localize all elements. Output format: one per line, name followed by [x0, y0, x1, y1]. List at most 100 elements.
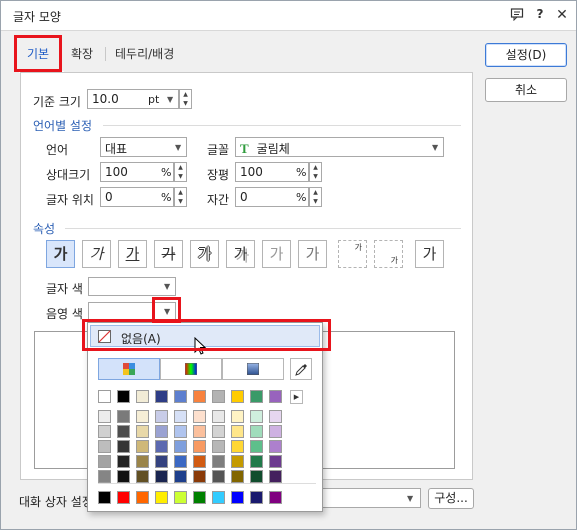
color-swatch[interactable]	[117, 440, 130, 453]
palette-tab-basic[interactable]	[98, 358, 160, 380]
tab-border-background[interactable]: 테두리/배경	[115, 45, 174, 62]
color-swatch[interactable]	[155, 491, 168, 504]
attr-normal-button[interactable]: 가	[46, 240, 75, 268]
color-swatch[interactable]	[98, 491, 111, 504]
color-swatch[interactable]	[269, 491, 282, 504]
compose-button[interactable]: 구성...	[428, 488, 474, 509]
color-swatch[interactable]	[212, 491, 225, 504]
color-swatch[interactable]	[231, 390, 244, 403]
color-swatch[interactable]	[155, 470, 168, 483]
color-swatch[interactable]	[174, 425, 187, 438]
chevron-down-icon[interactable]: ▼	[175, 143, 181, 152]
color-swatch[interactable]	[212, 425, 225, 438]
color-swatch[interactable]	[250, 440, 263, 453]
chevron-down-icon[interactable]: ▼	[407, 494, 413, 503]
ok-button[interactable]: 설정(D)	[485, 43, 567, 67]
color-swatch[interactable]	[193, 470, 206, 483]
base-size-input[interactable]: 10.0	[87, 89, 179, 109]
cancel-button[interactable]: 취소	[485, 78, 567, 102]
color-swatch[interactable]	[269, 440, 282, 453]
color-swatch[interactable]	[136, 440, 149, 453]
relative-size-spinner[interactable]: ▲ ▼	[174, 162, 187, 182]
color-swatch[interactable]	[212, 410, 225, 423]
message-icon[interactable]	[509, 7, 525, 24]
color-swatch[interactable]	[231, 425, 244, 438]
color-swatch[interactable]	[174, 440, 187, 453]
color-swatch[interactable]	[117, 425, 130, 438]
color-swatch[interactable]	[250, 470, 263, 483]
language-select[interactable]: 대표	[100, 137, 187, 157]
color-swatch[interactable]	[174, 390, 187, 403]
color-swatch[interactable]	[136, 470, 149, 483]
color-swatch[interactable]	[231, 470, 244, 483]
color-swatch[interactable]	[174, 470, 187, 483]
chevron-down-icon[interactable]: ▼	[167, 95, 173, 104]
color-swatch[interactable]	[231, 440, 244, 453]
color-swatch[interactable]	[155, 425, 168, 438]
char-position-spinner[interactable]: ▲ ▼	[174, 187, 187, 207]
color-swatch[interactable]	[136, 390, 149, 403]
attr-shadow-button[interactable]: 가	[226, 240, 255, 268]
color-swatch[interactable]	[98, 455, 111, 468]
color-swatch[interactable]	[98, 425, 111, 438]
color-swatch[interactable]	[136, 455, 149, 468]
attr-outline-button[interactable]: 가	[190, 240, 219, 268]
palette-tab-image[interactable]	[222, 358, 284, 380]
palette-tab-spectrum[interactable]	[160, 358, 222, 380]
attr-superscript-button[interactable]: 가	[338, 240, 367, 268]
color-swatch[interactable]	[193, 425, 206, 438]
color-swatch[interactable]	[193, 390, 206, 403]
color-swatch[interactable]	[155, 390, 168, 403]
color-swatch[interactable]	[117, 491, 130, 504]
color-swatch[interactable]	[193, 440, 206, 453]
color-swatch[interactable]	[269, 455, 282, 468]
color-swatch[interactable]	[212, 390, 225, 403]
font-select[interactable]: T 굴림체	[235, 137, 444, 157]
color-swatch[interactable]	[98, 440, 111, 453]
color-swatch[interactable]	[117, 470, 130, 483]
tab-extended[interactable]: 확장	[71, 45, 93, 62]
base-size-spinner[interactable]: ▲ ▼	[179, 89, 192, 109]
shade-color-picker[interactable]	[88, 302, 176, 321]
more-colors-arrow-icon[interactable]: ▶	[290, 390, 303, 404]
color-swatch[interactable]	[174, 455, 187, 468]
attr-strikethrough-button[interactable]: 가	[154, 240, 183, 268]
color-swatch[interactable]	[98, 390, 111, 403]
color-swatch[interactable]	[193, 455, 206, 468]
color-swatch[interactable]	[174, 410, 187, 423]
tab-basic[interactable]: 기본	[27, 45, 49, 62]
chevron-down-icon[interactable]: ▼	[164, 307, 170, 316]
attr-emboss-button[interactable]: 가	[262, 240, 291, 268]
color-swatch[interactable]	[250, 410, 263, 423]
color-swatch[interactable]	[250, 491, 263, 504]
color-swatch[interactable]	[136, 410, 149, 423]
color-swatch[interactable]	[250, 390, 263, 403]
attr-italic-button[interactable]: 가	[82, 240, 111, 268]
color-swatch[interactable]	[269, 425, 282, 438]
text-color-picker[interactable]	[88, 277, 176, 296]
color-swatch[interactable]	[117, 455, 130, 468]
color-swatch[interactable]	[231, 491, 244, 504]
color-swatch[interactable]	[269, 410, 282, 423]
color-swatch[interactable]	[193, 491, 206, 504]
close-icon[interactable]: ✕	[554, 7, 570, 23]
color-swatch[interactable]	[174, 491, 187, 504]
color-swatch[interactable]	[250, 425, 263, 438]
chevron-down-icon[interactable]: ▼	[432, 143, 438, 152]
color-swatch[interactable]	[98, 410, 111, 423]
color-swatch[interactable]	[193, 410, 206, 423]
color-swatch[interactable]	[231, 455, 244, 468]
color-swatch[interactable]	[212, 440, 225, 453]
color-swatch[interactable]	[136, 425, 149, 438]
color-swatch[interactable]	[98, 470, 111, 483]
chevron-down-icon[interactable]: ▼	[164, 282, 170, 291]
attr-subscript-button[interactable]: 가	[374, 240, 403, 268]
color-swatch[interactable]	[269, 390, 282, 403]
char-spacing-spinner[interactable]: ▲ ▼	[309, 187, 322, 207]
help-icon[interactable]: ?	[532, 7, 548, 21]
color-swatch[interactable]	[155, 455, 168, 468]
color-swatch[interactable]	[250, 455, 263, 468]
width-ratio-spinner[interactable]: ▲ ▼	[309, 162, 322, 182]
color-swatch[interactable]	[117, 390, 130, 403]
attr-engrave-button[interactable]: 가	[298, 240, 327, 268]
